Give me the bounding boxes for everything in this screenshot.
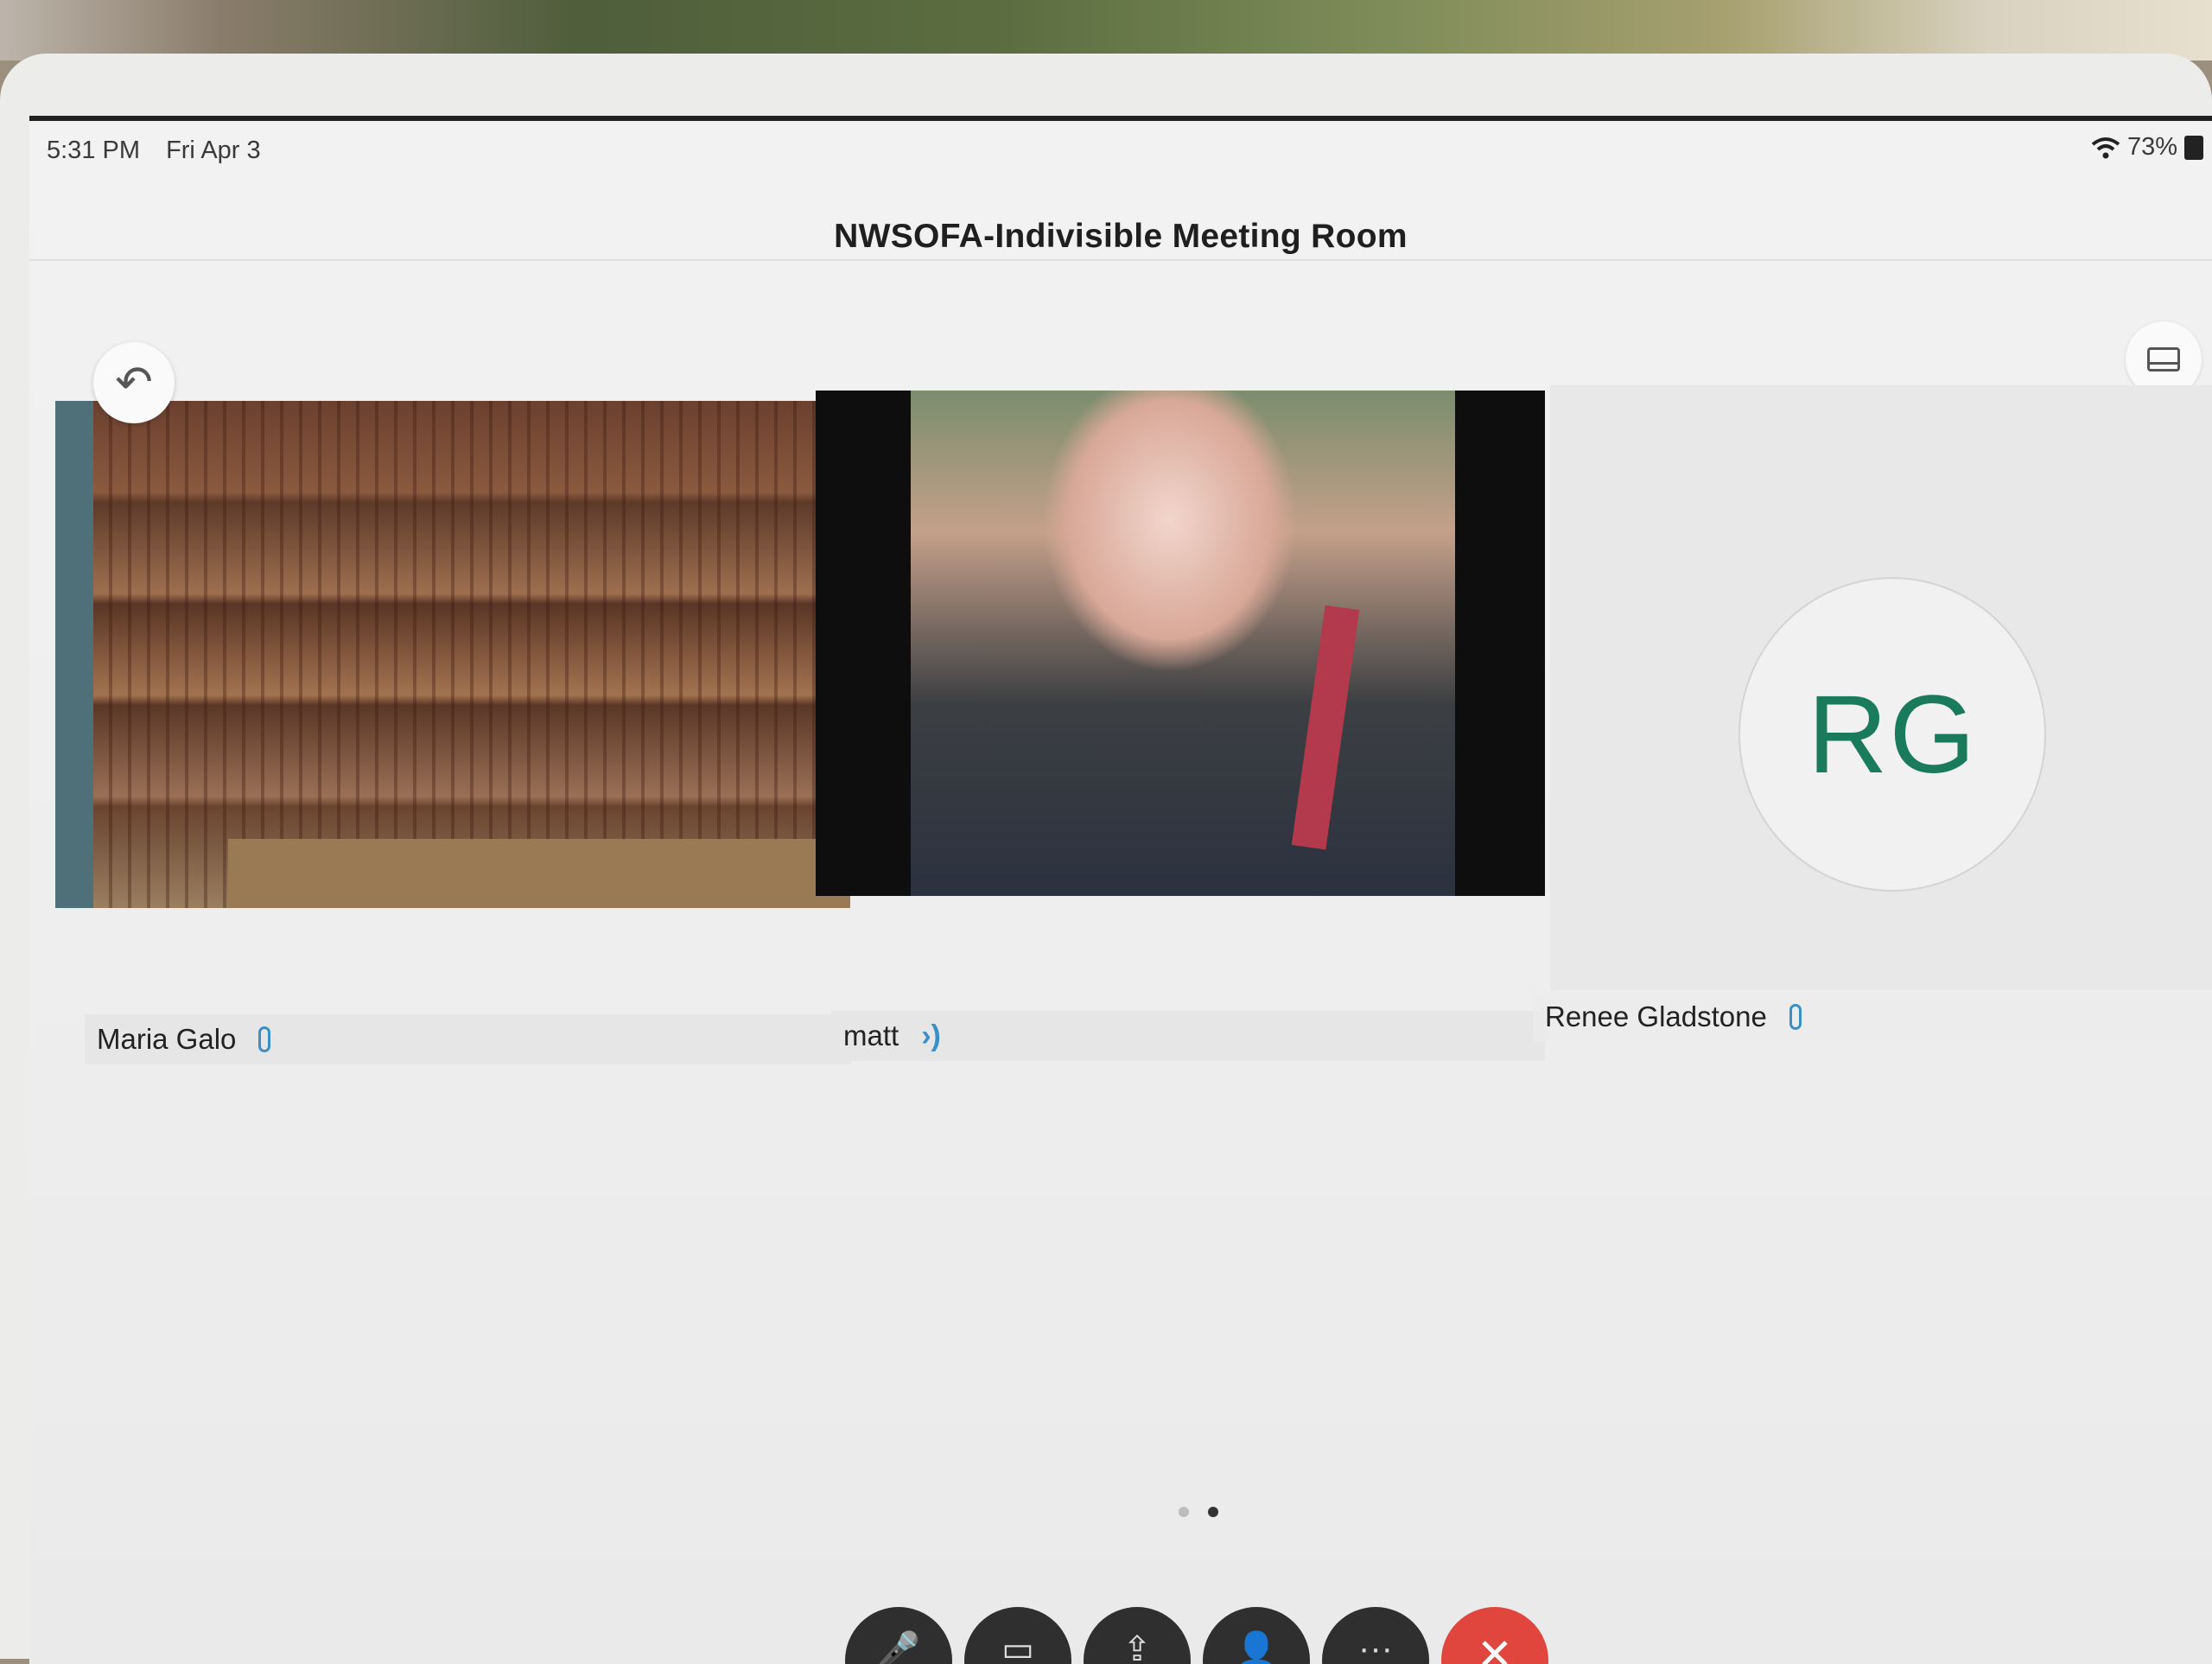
tablet-screen: 5:31 PM Fri Apr 3 73% NWSOFA-Indivisible…: [29, 116, 2212, 1664]
video-feed: [911, 391, 1455, 896]
camera-off-icon: ▭: [1001, 1630, 1034, 1664]
mute-button[interactable]: 🎤: [845, 1607, 952, 1664]
video-background-wall: [55, 401, 93, 908]
participant-name-bar: Maria Galo: [85, 1014, 851, 1064]
participants-icon: 👤: [1235, 1631, 1278, 1664]
mic-icon: [258, 1026, 271, 1052]
video-jacket-stripe: [1291, 605, 1360, 850]
status-bar: 5:31 PM Fri Apr 3 73%: [29, 121, 2212, 180]
status-right: 73%: [2091, 133, 2203, 162]
participants-button[interactable]: 👤: [1203, 1607, 1310, 1664]
speaking-indicator-icon: ›): [921, 1019, 941, 1052]
participant-name-bar: matt ›): [831, 1011, 1545, 1061]
status-time: 5:31 PM: [47, 137, 140, 164]
call-controls: 🎤 ▭ ⇪ 👤 ··· ✕: [845, 1607, 1548, 1664]
meeting-title: NWSOFA-Indivisible Meeting Room: [834, 218, 1408, 255]
page-dot[interactable]: [1179, 1507, 1189, 1517]
battery-percent: 73%: [2126, 133, 2177, 161]
avatar: RG: [1738, 577, 2046, 892]
back-arrow-icon: ↶: [115, 358, 153, 408]
mic-icon: [1789, 1004, 1802, 1030]
page-indicator[interactable]: [1179, 1507, 1218, 1517]
background-scenery: [0, 0, 2212, 60]
more-icon: ···: [1358, 1629, 1393, 1664]
grid-layout-icon: [2147, 347, 2180, 372]
close-icon: ✕: [1477, 1630, 1513, 1664]
microphone-off-icon: 🎤: [877, 1631, 920, 1664]
wifi-icon: [2091, 137, 2120, 158]
battery-icon: [2184, 135, 2203, 160]
status-left: 5:31 PM Fri Apr 3: [47, 137, 280, 165]
end-call-button[interactable]: ✕: [1441, 1607, 1548, 1664]
participant-name: Renee Gladstone: [1545, 1000, 1767, 1032]
share-button[interactable]: ⇪: [1084, 1607, 1191, 1664]
video-tile-matt[interactable]: [816, 391, 1545, 896]
participant-name: matt: [843, 1019, 899, 1051]
more-options-button[interactable]: ···: [1322, 1607, 1429, 1664]
share-icon: ⇪: [1122, 1630, 1152, 1664]
page-dot-active[interactable]: [1208, 1507, 1218, 1517]
video-tile-maria[interactable]: [55, 401, 850, 908]
video-background-desk: [228, 839, 850, 908]
title-divider: [29, 259, 2212, 261]
title-bar: NWSOFA-Indivisible Meeting Room: [29, 181, 2212, 285]
participant-name: Maria Galo: [97, 1023, 237, 1055]
participant-name-bar: Renee Gladstone: [1533, 992, 2212, 1042]
video-tile-renee[interactable]: RG: [1550, 385, 2212, 990]
status-date: Fri Apr 3: [166, 137, 261, 164]
video-toggle-button[interactable]: ▭: [964, 1607, 1071, 1664]
back-button[interactable]: ↶: [93, 342, 175, 423]
